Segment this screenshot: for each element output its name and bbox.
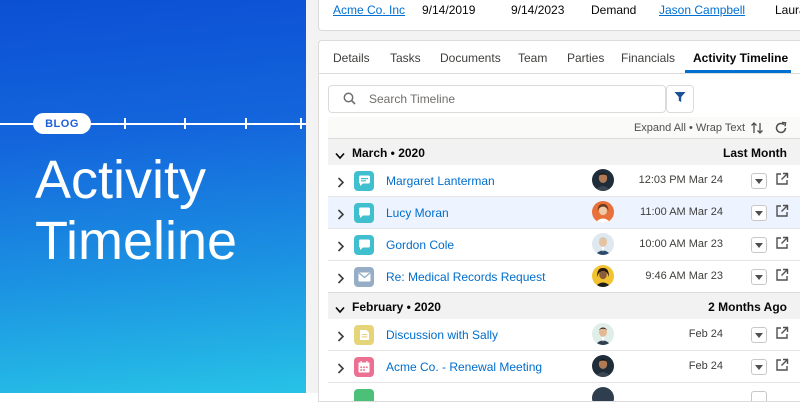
hero-title-line: Activity [35, 150, 207, 210]
chevron-down-icon [335, 147, 345, 165]
owner-link[interactable]: Jason Campbell [659, 3, 745, 17]
item-subject-link[interactable]: Margaret Lanterman [386, 174, 495, 188]
active-tab-indicator [685, 70, 791, 73]
tab-team[interactable]: Team [518, 51, 547, 65]
record-panel: Acme Co. Inc 9/14/2019 9/14/2023 Demand … [306, 0, 800, 402]
activity-card: Details Tasks Documents Team Parties Fin… [318, 40, 800, 402]
divider-tick [124, 118, 126, 129]
section-relative-date: Last Month [723, 146, 787, 160]
timeline-toolbar: Expand All • Wrap Text [328, 117, 800, 139]
item-menu-button[interactable] [751, 173, 767, 189]
avatar [592, 387, 614, 401]
item-date: Feb 24 [688, 360, 723, 372]
divider-tick [245, 118, 247, 129]
avatar [592, 265, 614, 287]
item-subject-link[interactable]: Discussion with Sally [386, 328, 498, 342]
avatar [592, 201, 614, 223]
record-summary-row: Acme Co. Inc 9/14/2019 9/14/2023 Demand … [318, 0, 800, 31]
filter-icon [674, 90, 686, 108]
task-icon [354, 389, 374, 401]
item-subject-link[interactable]: Acme Co. - Renewal Meeting [386, 360, 542, 374]
section-header-february[interactable]: February • 2020 2 Months Ago [328, 292, 800, 320]
section-relative-date: 2 Months Ago [708, 300, 787, 314]
open-external-icon[interactable] [775, 236, 789, 255]
filter-button[interactable] [666, 85, 694, 113]
chevron-right-icon[interactable] [337, 207, 345, 225]
timeline-item[interactable]: Acme Co. - Renewal Meeting Feb 24 [328, 351, 800, 383]
hero-title: Activity Timeline [35, 150, 237, 272]
divider-tick [184, 118, 186, 129]
chevron-right-icon[interactable] [337, 329, 345, 347]
item-date: 10:00 AM Mar 23 [639, 238, 723, 250]
avatar [592, 355, 614, 377]
tab-parties[interactable]: Parties [567, 51, 604, 65]
hero-banner: BLOG Activity Timeline [0, 0, 306, 393]
open-external-icon[interactable] [775, 172, 789, 191]
hero-title-line: Timeline [35, 211, 238, 271]
date-due: 9/14/2023 [511, 3, 565, 17]
section-label: February • 2020 [352, 300, 441, 314]
note-icon [354, 325, 374, 345]
search-box [328, 85, 666, 113]
chevron-right-icon[interactable] [337, 175, 345, 193]
matter-type: Demand [591, 3, 637, 17]
tab-bar: Details Tasks Documents Team Parties Fin… [319, 41, 800, 74]
timeline-item[interactable]: Margaret Lanterman 12:03 PM Mar 24 [328, 165, 800, 197]
tab-documents[interactable]: Documents [440, 51, 501, 65]
timeline-item[interactable]: Gordon Cole 10:00 AM Mar 23 [328, 229, 800, 261]
item-date: 9:46 AM Mar 23 [645, 270, 723, 282]
chevron-right-icon[interactable] [337, 239, 345, 257]
item-menu-button[interactable] [751, 269, 767, 285]
item-menu-button[interactable] [751, 327, 767, 343]
expand-wrap-links[interactable]: Expand All • Wrap Text [634, 122, 745, 134]
calendar-icon [354, 357, 374, 377]
section-header-march[interactable]: March • 2020 Last Month [328, 138, 800, 166]
account-link[interactable]: Acme Co. Inc [333, 3, 405, 17]
timeline-item[interactable]: Discussion with Sally Feb 24 [328, 319, 800, 351]
item-subject-link[interactable]: Lucy Moran [386, 206, 449, 220]
email-icon [354, 267, 374, 287]
avatar [592, 323, 614, 345]
chat-icon [354, 171, 374, 191]
item-subject-link[interactable]: Re: Medical Records Request [386, 270, 545, 284]
tab-financials[interactable]: Financials [621, 51, 675, 65]
timeline-item[interactable]: Re: Medical Records Request 9:46 AM Mar … [328, 261, 800, 293]
item-menu-button[interactable] [751, 359, 767, 375]
avatar [592, 233, 614, 255]
blog-tag: BLOG [33, 113, 91, 134]
tab-tasks[interactable]: Tasks [390, 51, 421, 65]
date-opened: 9/14/2019 [422, 3, 476, 17]
chevron-right-icon[interactable] [337, 271, 345, 289]
truncated-name: Laura [775, 3, 800, 17]
item-date: Feb 24 [688, 328, 723, 340]
open-external-icon[interactable] [775, 268, 789, 287]
chevron-right-icon[interactable] [337, 361, 345, 379]
section-label: March • 2020 [352, 146, 425, 160]
open-external-icon[interactable] [775, 204, 789, 223]
search-icon [343, 92, 356, 110]
divider-tick [300, 118, 302, 129]
tab-details[interactable]: Details [333, 51, 370, 65]
item-subject-link[interactable]: Gordon Cole [386, 238, 454, 252]
open-external-icon[interactable] [775, 358, 789, 377]
item-date: 11:00 AM Mar 24 [640, 206, 723, 218]
open-external-icon[interactable] [775, 326, 789, 345]
item-menu-button[interactable] [751, 237, 767, 253]
avatar [592, 169, 614, 191]
item-date: 12:03 PM Mar 24 [638, 174, 723, 186]
search-input[interactable] [369, 90, 649, 108]
tab-activity-timeline[interactable]: Activity Timeline [693, 51, 788, 65]
chat-icon [354, 203, 374, 223]
item-menu-button[interactable] [751, 205, 767, 221]
timeline-item[interactable]: Lucy Moran 11:00 AM Mar 24 [328, 197, 800, 229]
chevron-down-icon [335, 301, 345, 319]
chat-icon [354, 235, 374, 255]
